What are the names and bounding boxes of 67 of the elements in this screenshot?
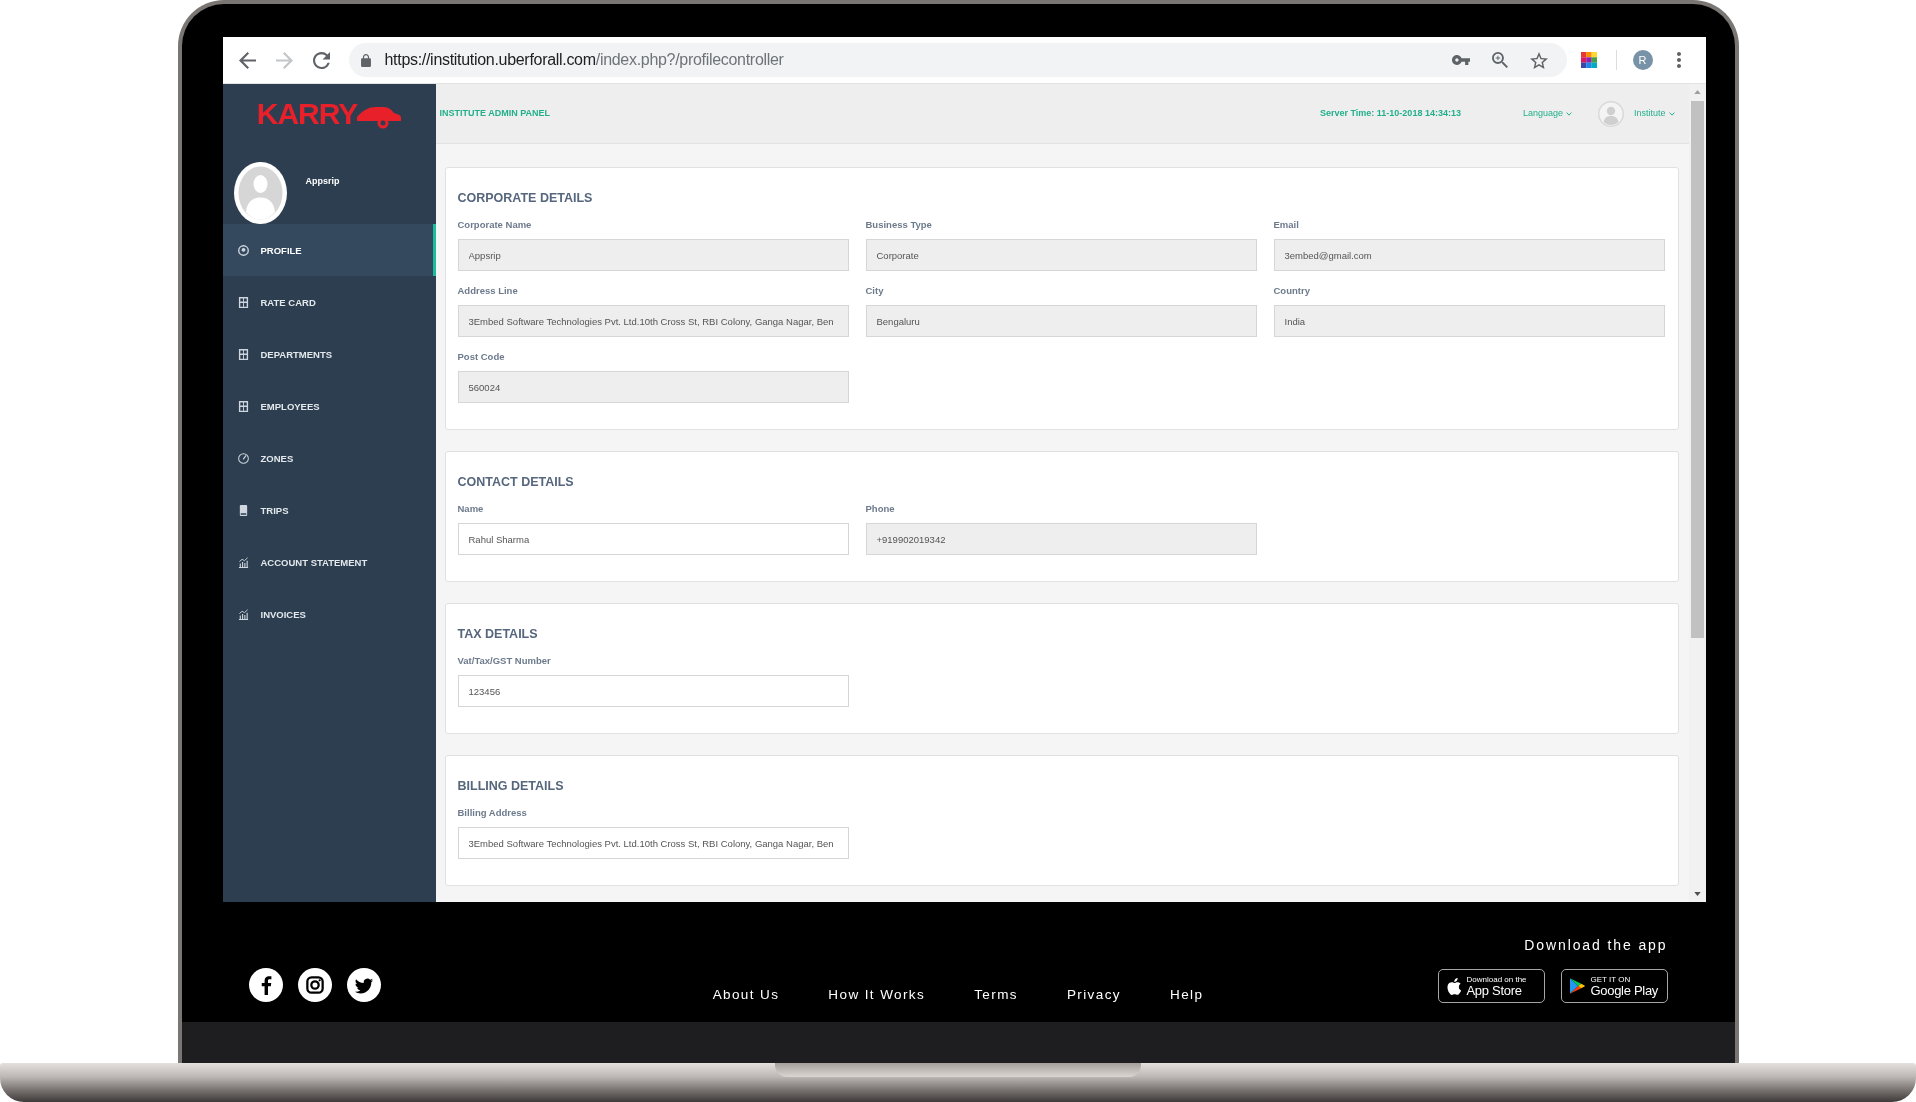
field-label: Address Line	[457, 285, 518, 297]
download-heading: Download the app	[1524, 936, 1668, 954]
field-label: Country	[1273, 285, 1310, 297]
sidebar-item[interactable]: RATE CARD	[222, 276, 436, 328]
field-label: Post Code	[457, 351, 505, 363]
chevron-down-icon	[1565, 111, 1572, 116]
sidebar-item[interactable]: DEPARTMENTS	[222, 328, 436, 380]
text-field[interactable]: 123456	[457, 675, 849, 707]
reload-icon[interactable]	[312, 51, 330, 69]
footer-link[interactable]: Terms	[974, 987, 1018, 1003]
key-icon[interactable]	[1451, 55, 1470, 65]
section-title: TAX DETAILS	[457, 626, 539, 642]
back-arrow-icon[interactable]	[238, 51, 256, 69]
grid-icon	[237, 296, 249, 308]
sidebar-item[interactable]: INVOICES	[222, 588, 436, 640]
gauge-icon	[237, 452, 249, 464]
footer-link[interactable]: How It Works	[828, 987, 926, 1003]
avatar-icon	[233, 162, 287, 224]
field-label: Billing Address	[457, 807, 527, 819]
field-label: City	[865, 285, 884, 297]
instagram-icon[interactable]	[297, 968, 332, 1002]
chart-icon	[237, 556, 249, 568]
field-label: Name	[457, 503, 484, 515]
field-label: Email	[1273, 219, 1299, 231]
facebook-icon[interactable]	[248, 968, 283, 1002]
zoom-in-icon[interactable]	[1491, 52, 1508, 68]
menu-icon[interactable]	[1676, 52, 1681, 68]
star-icon[interactable]	[1529, 51, 1548, 69]
color-grid-icon[interactable]	[1580, 52, 1597, 68]
sidebar-item[interactable]: PROFILE	[222, 224, 436, 276]
field-label: Vat/Tax/GST Number	[457, 655, 551, 667]
section-title: CORPORATE DETAILS	[457, 190, 594, 206]
panel-title: INSTITUTE ADMIN PANEL	[439, 108, 550, 119]
section-title: BILLING DETAILS	[457, 778, 565, 794]
chevron-down-icon	[1668, 111, 1675, 116]
footer-link[interactable]: Privacy	[1066, 987, 1121, 1003]
avatar-icon	[1597, 100, 1624, 127]
user-icon	[237, 244, 249, 256]
scrollbar-thumb[interactable]	[1690, 101, 1704, 638]
store-badge[interactable]: Download on the App Store	[1437, 969, 1545, 1003]
text-field[interactable]: 3Embed Software Technologies Pvt. Ltd.10th Cross St, RBI Colony, Ganga Nagar, Ben	[457, 827, 849, 859]
sidebar-item[interactable]: TRIPS	[222, 484, 436, 536]
user-name: Appsrip	[305, 176, 340, 187]
play-icon	[1569, 978, 1585, 994]
text-field[interactable]: Rahul Sharma	[457, 523, 849, 555]
grid-icon	[237, 348, 249, 360]
sidebar-item[interactable]: ACCOUNT STATEMENT	[222, 536, 436, 588]
server-time: Server Time: 11-10-2018 14:34:13	[1320, 108, 1461, 119]
grid-icon	[237, 400, 249, 412]
car-icon	[357, 105, 402, 129]
twitter-icon[interactable]	[346, 968, 381, 1002]
logo-text: KARRY	[256, 99, 358, 129]
field-label: Business Type	[865, 219, 932, 231]
field-label: Corporate Name	[457, 219, 532, 231]
scroll-down-icon[interactable]	[1693, 892, 1701, 896]
book-icon	[237, 504, 249, 516]
sidebar-item[interactable]: EMPLOYEES	[222, 380, 436, 432]
chart-icon	[237, 608, 249, 620]
footer-link[interactable]: Help	[1170, 987, 1204, 1003]
sidebar-item[interactable]: ZONES	[222, 432, 436, 484]
store-badge[interactable]: GET IT ON Google Play	[1560, 969, 1668, 1003]
lock-icon[interactable]	[360, 53, 371, 67]
footer-link[interactable]: About Us	[712, 987, 780, 1003]
url-field[interactable]: https://institution.uberforall.com/index.php?/profilecontroller	[384, 52, 784, 68]
field-label: Phone	[865, 503, 895, 515]
section-title: CONTACT DETAILS	[457, 474, 575, 490]
apple-icon	[1446, 977, 1461, 995]
